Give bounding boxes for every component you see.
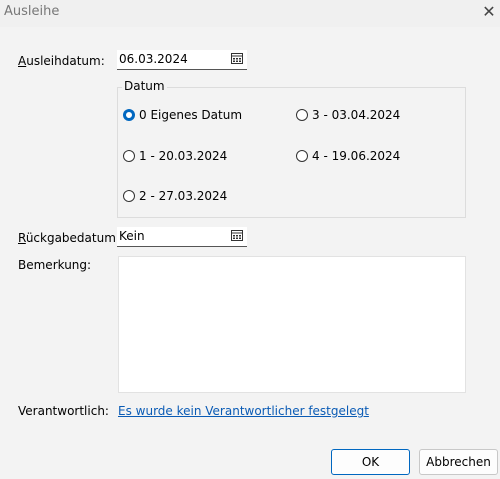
rueckgabedatum-label: Rückgabedatum: [18, 231, 120, 245]
rueckgabedatum-field[interactable]: Kein [117, 227, 247, 247]
rueckgabedatum-label-rest: ückgabedatum: [25, 231, 120, 245]
radio-option-4[interactable]: 4 - 19.06.2024 [296, 149, 400, 163]
radio-option-1[interactable]: 1 - 20.03.2024 [123, 149, 227, 163]
bemerkung-label: Bemerkung: [18, 258, 92, 272]
radio-option-2[interactable]: 2 - 27.03.2024 [123, 189, 227, 203]
radio-option-4-label: 4 - 19.06.2024 [312, 149, 401, 163]
cancel-button[interactable]: Abbrechen [419, 449, 498, 475]
ausleihdatum-value: 06.03.2024 [119, 52, 188, 66]
radio-unselected-icon [296, 150, 308, 162]
calendar-icon[interactable] [231, 53, 243, 64]
title-bar: Ausleihe ✕ [0, 0, 500, 26]
radio-unselected-icon [123, 190, 135, 202]
verantwortlich-link[interactable]: Es wurde kein Verantwortlicher festgeleg… [118, 404, 369, 418]
window-title: Ausleihe [4, 4, 60, 19]
ausleihdatum-label: Ausleihdatum: [18, 54, 105, 68]
verantwortlich-label: Verantwortlich: [18, 404, 109, 418]
radio-option-1-label: 1 - 20.03.2024 [139, 149, 228, 163]
radio-option-0[interactable]: 0 Eigenes Datum [123, 108, 242, 122]
radio-unselected-icon [123, 150, 135, 162]
radio-unselected-icon [296, 109, 308, 121]
radio-option-3-label: 3 - 03.04.2024 [312, 108, 401, 122]
datum-group-legend: Datum [122, 79, 167, 93]
radio-option-2-label: 2 - 27.03.2024 [139, 189, 228, 203]
ok-button[interactable]: OK [331, 449, 410, 475]
bemerkung-textarea[interactable] [118, 256, 466, 393]
ausleihdatum-field[interactable]: 06.03.2024 [117, 50, 247, 70]
radio-option-0-label: 0 Eigenes Datum [139, 108, 243, 122]
ausleihdatum-label-rest: usleihdatum: [26, 54, 105, 68]
calendar-icon[interactable] [231, 230, 243, 241]
rueckgabedatum-value: Kein [119, 229, 145, 243]
radio-option-3[interactable]: 3 - 03.04.2024 [296, 108, 400, 122]
close-icon[interactable]: ✕ [478, 1, 500, 23]
radio-selected-icon [123, 109, 135, 121]
